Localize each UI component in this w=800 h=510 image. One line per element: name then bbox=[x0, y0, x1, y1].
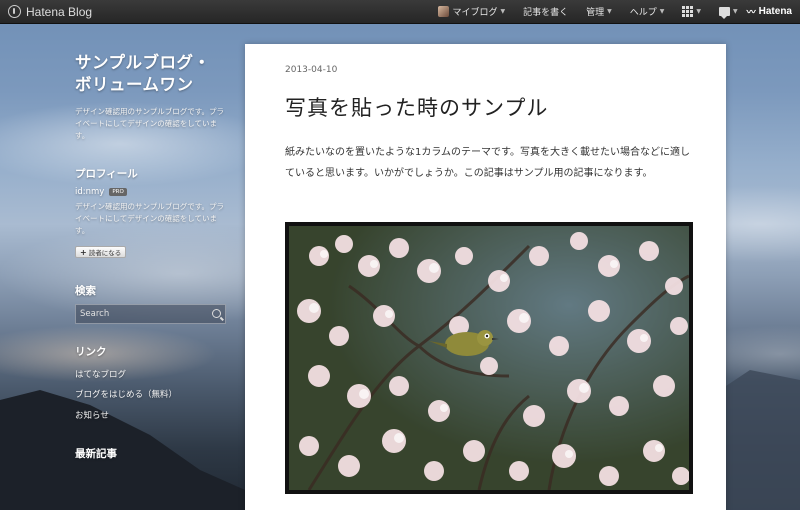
search-icon[interactable] bbox=[212, 309, 221, 318]
bird-icon: 〰 bbox=[746, 7, 756, 17]
chevron-down-icon: ▼ bbox=[733, 8, 738, 15]
link-hatena-blog[interactable]: はてなブログ bbox=[75, 365, 230, 386]
article-body: 紙みたいなのを置いたような1カラムのテーマです。写真を大きく載せたい場合などに適… bbox=[285, 147, 691, 179]
article-card: 2013-04-10 写真を貼った時のサンプル 紙みたいなのを置いたような1カラ… bbox=[245, 44, 726, 510]
apps-grid-icon bbox=[682, 6, 694, 17]
link-start-blog[interactable]: ブログをはじめる（無料） bbox=[75, 385, 230, 406]
search-box bbox=[75, 303, 226, 324]
sidebar: サンプルブログ・ ボリュームワン デザイン確認用のサンプルブログです。プライベー… bbox=[75, 52, 230, 461]
background-mountain-right bbox=[720, 370, 800, 510]
profile-id-link[interactable]: id:nmy bbox=[75, 187, 104, 197]
search-input[interactable] bbox=[80, 308, 212, 319]
top-nav-menu: マイブログ ▼ 記事を書く 管理 ▼ ヘルプ ▼ ▼ ▼ 〰 Hatena bbox=[429, 0, 800, 24]
top-navigation-bar: Hatena Blog マイブログ ▼ 記事を書く 管理 ▼ ヘルプ ▼ ▼ ▼ bbox=[0, 0, 800, 24]
hatena-label: Hatena bbox=[758, 6, 792, 17]
hatena-blog-logo[interactable]: Hatena Blog bbox=[0, 5, 92, 19]
profile-heading: プロフィール bbox=[75, 168, 138, 180]
subscribe-label: 読者になる bbox=[88, 249, 122, 257]
pro-badge: PRO bbox=[109, 188, 127, 196]
brand-name: Hatena Blog bbox=[26, 4, 93, 19]
profile-id-row: id:nmy PRO bbox=[75, 187, 230, 197]
links-list: はてなブログ ブログをはじめる（無料） お知らせ bbox=[75, 365, 230, 427]
hatena-link[interactable]: 〰 Hatena bbox=[747, 5, 800, 18]
chevron-down-icon: ▼ bbox=[696, 8, 701, 15]
notifications-menu[interactable]: ▼ bbox=[710, 0, 747, 24]
subscribe-button[interactable]: + 読者になる bbox=[75, 246, 127, 258]
write-article-label: 記事を書く bbox=[523, 8, 569, 18]
help-label: ヘルプ bbox=[629, 8, 657, 18]
hatena-logo-icon bbox=[8, 5, 21, 18]
chevron-down-icon: ▼ bbox=[659, 8, 665, 15]
plus-icon: + bbox=[80, 247, 87, 257]
user-avatar bbox=[438, 6, 450, 17]
blog-title-line2: ボリュームワン bbox=[75, 75, 194, 94]
chevron-down-icon: ▼ bbox=[500, 8, 506, 15]
link-news[interactable]: お知らせ bbox=[75, 406, 230, 427]
article-date[interactable]: 2013-04-10 bbox=[285, 65, 337, 75]
article-photo-cherry-blossom[interactable] bbox=[285, 222, 693, 494]
apps-menu[interactable]: ▼ bbox=[673, 0, 710, 24]
chevron-down-icon: ▼ bbox=[607, 8, 612, 15]
manage-menu[interactable]: 管理 ▼ bbox=[577, 0, 621, 24]
manage-label: 管理 bbox=[586, 8, 605, 18]
recent-articles-heading: 最新記事 bbox=[75, 448, 117, 460]
blog-description: デザイン確認用のサンプルブログです。プライベートにしてデザインの確認をしています… bbox=[75, 107, 225, 140]
cherry-blossom-image bbox=[289, 226, 689, 490]
search-heading: 検索 bbox=[75, 284, 96, 297]
write-article-link[interactable]: 記事を書く bbox=[514, 0, 577, 24]
blog-title-line1: サンプルブログ・ bbox=[75, 53, 211, 72]
my-blog-menu[interactable]: マイブログ ▼ bbox=[429, 0, 514, 24]
article-title[interactable]: 写真を貼った時のサンプル bbox=[285, 92, 548, 122]
help-menu[interactable]: ヘルプ ▼ bbox=[621, 0, 674, 24]
profile-description: デザイン確認用のサンプルブログです。プライベートにしてデザインの確認をしています… bbox=[75, 202, 225, 235]
speech-bubble-icon bbox=[719, 7, 730, 19]
links-heading: リンク bbox=[75, 345, 107, 358]
my-blog-label: マイブログ bbox=[452, 8, 498, 18]
blog-title[interactable]: サンプルブログ・ ボリュームワン bbox=[75, 52, 230, 96]
